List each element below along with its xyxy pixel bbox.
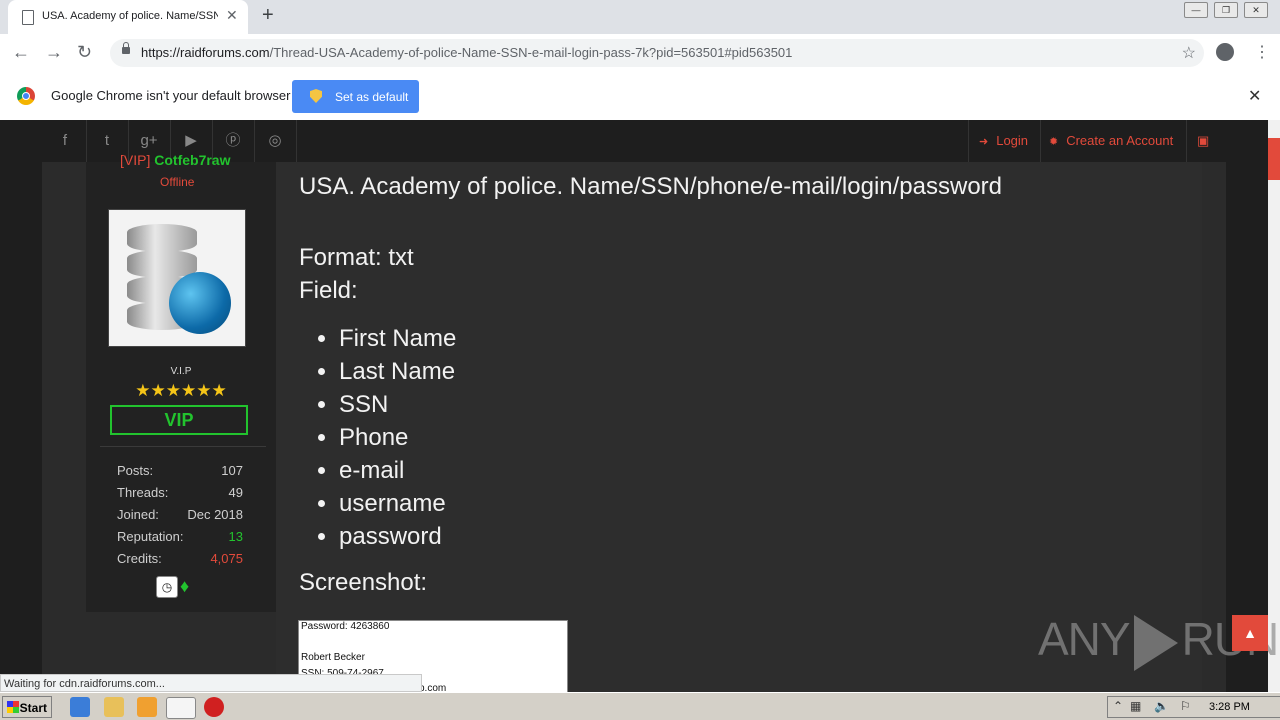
address-bar[interactable]: https://raidforums.com/Thread-USA-Academ…	[110, 39, 1204, 67]
menu-icon[interactable]: ⋮	[1254, 42, 1270, 62]
lock-icon	[122, 42, 130, 54]
system-tray: ⌃ ▦ 🔈 ⚐ 3:28 PM	[1107, 696, 1280, 718]
screenshot-label: Screenshot:	[299, 569, 428, 596]
screenshot-line: Password: 4263860	[301, 621, 390, 632]
gear-icon: ✹	[1049, 136, 1059, 148]
reload-icon[interactable]: ↻	[77, 42, 92, 63]
loading-status: Waiting for cdn.raidforums.com...	[0, 674, 422, 692]
windows-logo-icon	[7, 701, 19, 713]
set-default-button[interactable]: Set as default	[292, 80, 419, 113]
field-list: First Name Last Name SSN Phone e-mail us…	[299, 322, 456, 553]
stat-posts: Posts: 107	[117, 463, 243, 478]
infobar-message: Google Chrome isn't your default browser	[51, 88, 291, 103]
network-icon[interactable]: ▦	[1130, 699, 1141, 713]
page-scrollbar[interactable]	[1268, 120, 1280, 692]
login-icon: ➜	[979, 136, 989, 148]
avatar[interactable]	[108, 209, 246, 347]
stat-threads: Threads: 49	[117, 485, 243, 500]
rank-stars: ★★★★★★	[135, 381, 227, 400]
list-item: username	[339, 487, 456, 520]
left-margin	[0, 162, 42, 692]
minimize-button[interactable]: —	[1184, 2, 1208, 18]
globe-icon	[169, 272, 231, 334]
list-item: SSN	[339, 388, 456, 421]
list-item: First Name	[339, 322, 456, 355]
windows-taskbar: Start ⌃ ▦ 🔈 ⚐ 3:28 PM	[0, 692, 1280, 720]
explorer-icon[interactable]	[104, 697, 124, 717]
back-to-top-button[interactable]: ▲	[1232, 615, 1268, 651]
chrome-taskbar-icon[interactable]	[166, 697, 196, 719]
close-infobar-icon[interactable]: ✕	[1248, 86, 1261, 106]
scrollbar-thumb[interactable]	[1268, 138, 1280, 180]
default-browser-infobar: Google Chrome isn't your default browser…	[0, 72, 1280, 121]
post-title: USA. Academy of police. Name/SSN/phone/e…	[299, 173, 1003, 200]
start-button[interactable]: Start	[2, 696, 52, 718]
vip-badge: VIP	[110, 405, 248, 435]
browser-tab[interactable]: USA. Academy of police. Name/SSN/ ✕	[8, 0, 248, 34]
antivirus-icon[interactable]	[204, 697, 224, 717]
list-item: e-mail	[339, 454, 456, 487]
screenshot-line: Robert Becker	[301, 652, 365, 663]
tab-title: USA. Academy of police. Name/SSN/	[42, 10, 218, 22]
restore-button[interactable]: ❐	[1214, 2, 1238, 18]
login-link[interactable]: ➜ Login	[968, 120, 1038, 162]
list-item: password	[339, 520, 456, 553]
online-status: Offline	[160, 175, 195, 189]
browser-toolbar: ← → ↻ https://raidforums.com/Thread-USA-…	[0, 34, 1280, 73]
stat-joined: Joined: Dec 2018	[117, 507, 243, 522]
close-tab-icon[interactable]: ✕	[226, 7, 238, 24]
award-icons: ◷ ♦	[156, 576, 202, 598]
flag-icon[interactable]: ⚐	[1180, 699, 1191, 713]
profile-icon[interactable]	[1216, 43, 1234, 61]
play-icon	[1133, 614, 1178, 671]
page-icon	[22, 10, 34, 25]
bookmark-star-icon[interactable]: ☆	[1182, 43, 1196, 63]
create-account-link[interactable]: ✹ Create an Account	[1040, 120, 1183, 162]
facebook-icon[interactable]: f	[44, 120, 87, 162]
window-controls: — ❐ ✕	[1184, 2, 1268, 18]
list-item: Phone	[339, 421, 456, 454]
profile-divider	[100, 446, 266, 447]
volume-icon[interactable]: 🔈	[1154, 699, 1169, 713]
post-format: Format: txt	[299, 244, 414, 271]
dribbble-icon[interactable]: ◎	[254, 120, 297, 162]
clock-award-icon[interactable]: ◷	[156, 576, 178, 598]
chrome-logo-icon	[17, 87, 35, 105]
url-text[interactable]: https://raidforums.com/Thread-USA-Academ…	[141, 45, 792, 60]
list-item: Last Name	[339, 355, 456, 388]
tab-strip: USA. Academy of police. Name/SSN/ ✕ + — …	[0, 0, 1280, 34]
ie-icon[interactable]	[70, 697, 90, 717]
back-icon[interactable]: ←	[12, 42, 30, 63]
author-username[interactable]: [VIP] Cotfeb7raw	[120, 152, 230, 168]
new-tab-button[interactable]: +	[262, 4, 274, 27]
diamond-award-icon[interactable]: ♦	[180, 576, 202, 596]
close-window-button[interactable]: ✕	[1244, 2, 1268, 18]
media-player-icon[interactable]	[137, 697, 157, 717]
field-label: Field:	[299, 277, 358, 304]
set-default-label: Set as default	[335, 90, 409, 104]
stat-credits: Credits: 4,075	[117, 551, 243, 566]
clock[interactable]: 3:28 PM	[1209, 701, 1250, 713]
image-icon[interactable]: ▣	[1186, 120, 1227, 162]
shield-icon	[310, 89, 322, 103]
user-rank: V.I.P	[170, 366, 192, 377]
stat-reputation: Reputation: 13	[117, 529, 243, 544]
tray-expand-icon[interactable]: ⌃	[1113, 699, 1123, 713]
forward-icon[interactable]: →	[45, 42, 63, 63]
